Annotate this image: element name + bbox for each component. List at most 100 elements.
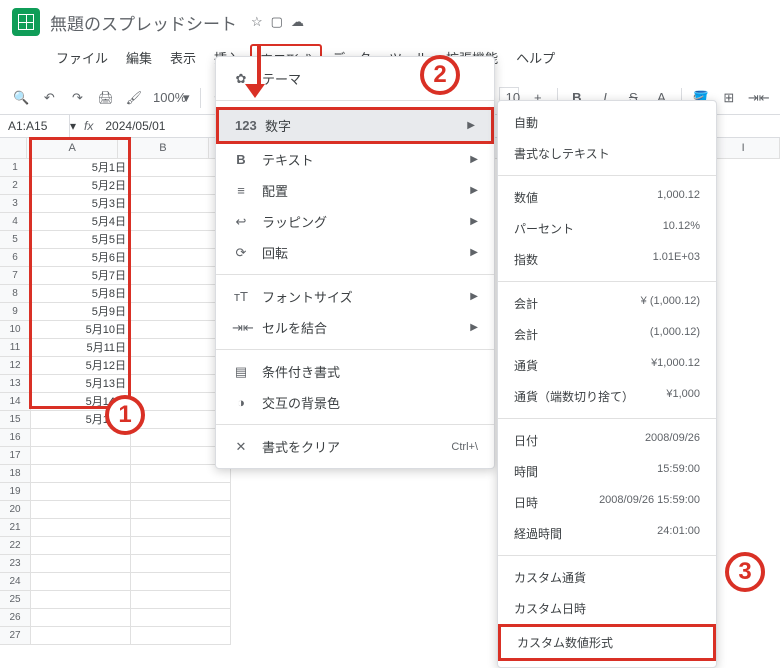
print-icon[interactable]: 🖨 bbox=[97, 90, 115, 106]
move-icon[interactable]: ▢ bbox=[271, 14, 283, 30]
row-header[interactable]: 23 bbox=[0, 555, 30, 573]
doc-title[interactable]: 無題のスプレッドシート bbox=[50, 10, 237, 35]
numfmt-time[interactable]: 時間15:59:00 bbox=[498, 456, 716, 487]
row-header[interactable]: 1 bbox=[0, 159, 30, 177]
cell[interactable]: 5月2日 bbox=[31, 177, 131, 195]
format-number[interactable]: 123数字▶ bbox=[216, 107, 494, 144]
select-all[interactable] bbox=[0, 138, 27, 158]
numfmt-custom-curr[interactable]: カスタム通貨 bbox=[498, 562, 716, 593]
format-wrap[interactable]: ↩ラッピング▶ bbox=[216, 206, 494, 237]
menu-view[interactable]: 表示 bbox=[162, 44, 204, 75]
cloud-icon[interactable]: ☁ bbox=[291, 14, 304, 30]
format-clear[interactable]: ✕書式をクリアCtrl+\ bbox=[216, 431, 494, 462]
cell[interactable]: 5月7日 bbox=[31, 267, 131, 285]
row-header[interactable]: 5 bbox=[0, 231, 30, 249]
cell[interactable]: 5月9日 bbox=[31, 303, 131, 321]
cell[interactable] bbox=[131, 501, 231, 519]
numfmt-acct2[interactable]: 会計(1,000.12) bbox=[498, 319, 716, 350]
paint-icon[interactable]: 🖌 bbox=[125, 90, 143, 106]
numfmt-date[interactable]: 日付2008/09/26 bbox=[498, 425, 716, 456]
cell[interactable] bbox=[31, 501, 131, 519]
row-header[interactable]: 24 bbox=[0, 573, 30, 591]
row-header[interactable]: 19 bbox=[0, 483, 30, 501]
cell[interactable]: 5月6日 bbox=[31, 249, 131, 267]
menu-edit[interactable]: 編集 bbox=[118, 44, 160, 75]
cell[interactable] bbox=[131, 537, 231, 555]
merge-icon[interactable]: ⇥⇤ bbox=[748, 90, 768, 106]
row-header[interactable]: 20 bbox=[0, 501, 30, 519]
row-header[interactable]: 14 bbox=[0, 393, 30, 411]
numfmt-curr[interactable]: 通貨¥1,000.12 bbox=[498, 350, 716, 381]
row-header[interactable]: 6 bbox=[0, 249, 30, 267]
cell[interactable] bbox=[131, 591, 231, 609]
formula-value[interactable]: 2024/05/01 bbox=[101, 115, 169, 137]
cell[interactable] bbox=[131, 573, 231, 591]
cell[interactable]: 5月3日 bbox=[31, 195, 131, 213]
format-text[interactable]: Bテキスト▶ bbox=[216, 144, 494, 175]
numfmt-plain[interactable]: 書式なしテキスト bbox=[498, 138, 716, 169]
cell[interactable]: 5月13日 bbox=[31, 375, 131, 393]
cell[interactable] bbox=[131, 627, 231, 645]
cell[interactable] bbox=[31, 519, 131, 537]
cell[interactable] bbox=[131, 555, 231, 573]
numfmt-duration[interactable]: 経過時間24:01:00 bbox=[498, 518, 716, 549]
menu-help[interactable]: ヘルプ bbox=[508, 44, 563, 75]
row-header[interactable]: 15 bbox=[0, 411, 30, 429]
row-header[interactable]: 4 bbox=[0, 213, 30, 231]
cell[interactable]: 5月10日 bbox=[31, 321, 131, 339]
numfmt-datetime[interactable]: 日時2008/09/26 15:59:00 bbox=[498, 487, 716, 518]
cell[interactable] bbox=[31, 465, 131, 483]
sheets-logo[interactable] bbox=[12, 8, 40, 36]
format-alternating[interactable]: ◑交互の背景色 bbox=[216, 387, 494, 418]
format-rotate[interactable]: ⟳回転▶ bbox=[216, 237, 494, 268]
format-fontsize[interactable]: ᴛTフォントサイズ▶ bbox=[216, 281, 494, 312]
row-header[interactable]: 2 bbox=[0, 177, 30, 195]
row-header[interactable]: 18 bbox=[0, 465, 30, 483]
format-merge[interactable]: ⇥⇤セルを結合▶ bbox=[216, 312, 494, 343]
row-header[interactable]: 7 bbox=[0, 267, 30, 285]
cell[interactable]: 5月11日 bbox=[31, 339, 131, 357]
cell[interactable] bbox=[31, 483, 131, 501]
row-header[interactable]: 26 bbox=[0, 609, 30, 627]
cell[interactable] bbox=[131, 519, 231, 537]
cell[interactable] bbox=[131, 483, 231, 501]
cell[interactable]: 5月8日 bbox=[31, 285, 131, 303]
borders-icon[interactable]: ⊞ bbox=[720, 90, 738, 106]
cell[interactable] bbox=[31, 555, 131, 573]
row-header[interactable]: 17 bbox=[0, 447, 30, 465]
zoom-select[interactable]: 100% bbox=[153, 90, 173, 105]
col-B[interactable]: B bbox=[118, 138, 209, 158]
row-header[interactable]: 10 bbox=[0, 321, 30, 339]
cell[interactable] bbox=[31, 609, 131, 627]
cell[interactable]: 5月1日 bbox=[31, 159, 131, 177]
cell[interactable] bbox=[131, 609, 231, 627]
col-A[interactable]: A bbox=[27, 138, 118, 158]
format-align[interactable]: ≡配置▶ bbox=[216, 175, 494, 206]
cell[interactable]: 5月5日 bbox=[31, 231, 131, 249]
cell[interactable] bbox=[31, 447, 131, 465]
numfmt-curr-round[interactable]: 通貨（端数切り捨て）¥1,000 bbox=[498, 381, 716, 412]
row-header[interactable]: 9 bbox=[0, 303, 30, 321]
row-header[interactable]: 22 bbox=[0, 537, 30, 555]
row-header[interactable]: 25 bbox=[0, 591, 30, 609]
numfmt-custom-datetime[interactable]: カスタム日時 bbox=[498, 593, 716, 624]
cell[interactable] bbox=[31, 573, 131, 591]
row-header[interactable]: 3 bbox=[0, 195, 30, 213]
cell[interactable] bbox=[31, 627, 131, 645]
row-header[interactable]: 21 bbox=[0, 519, 30, 537]
menu-file[interactable]: ファイル bbox=[48, 44, 116, 75]
row-header[interactable]: 13 bbox=[0, 375, 30, 393]
redo-icon[interactable]: ↷ bbox=[68, 90, 86, 106]
format-conditional[interactable]: ▤条件付き書式 bbox=[216, 356, 494, 387]
cell[interactable] bbox=[31, 537, 131, 555]
search-icon[interactable]: 🔍 bbox=[12, 90, 30, 106]
numfmt-percent[interactable]: パーセント10.12% bbox=[498, 213, 716, 244]
row-header[interactable]: 11 bbox=[0, 339, 30, 357]
numfmt-custom-number[interactable]: カスタム数値形式 bbox=[498, 624, 716, 661]
undo-icon[interactable]: ↶ bbox=[40, 90, 58, 106]
numfmt-auto[interactable]: 自動 bbox=[498, 107, 716, 138]
numfmt-number[interactable]: 数値1,000.12 bbox=[498, 182, 716, 213]
row-header[interactable]: 27 bbox=[0, 627, 30, 645]
row-header[interactable]: 12 bbox=[0, 357, 30, 375]
cell-ref-box[interactable]: A1:A15 bbox=[0, 115, 70, 137]
